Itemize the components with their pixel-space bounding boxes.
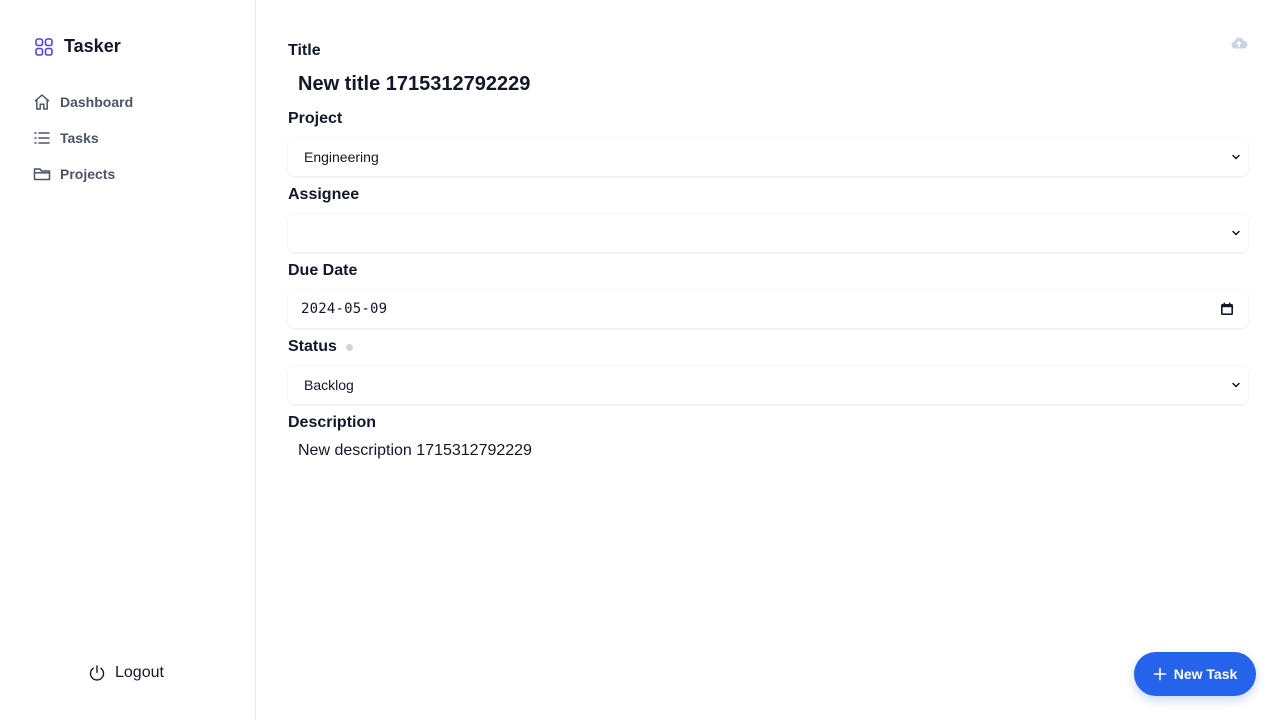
chevron-down-icon	[1232, 230, 1240, 236]
sidebar-item-tasks[interactable]: Tasks	[32, 126, 232, 150]
title-label: Title	[288, 42, 321, 59]
logout-label: Logout	[115, 664, 164, 681]
due-date-label: Due Date	[288, 262, 358, 279]
chevron-down-icon	[1232, 382, 1240, 388]
task-form: Title Project Engineering Assignee Due D…	[288, 42, 1248, 522]
status-label-row: Status	[288, 338, 1248, 356]
sidebar-item-label: Tasks	[60, 130, 99, 146]
new-task-button[interactable]: New Task	[1134, 652, 1256, 696]
chevron-down-icon	[1232, 154, 1240, 160]
assignee-label: Assignee	[288, 186, 360, 203]
sidebar-nav: Dashboard Tasks Projects	[32, 90, 232, 198]
due-date-input[interactable]: 2024-05-09	[288, 290, 1248, 328]
description-input[interactable]: New description 1715312792229	[288, 442, 1248, 522]
sidebar-item-label: Dashboard	[60, 94, 134, 110]
sidebar-item-dashboard[interactable]: Dashboard	[32, 90, 232, 114]
status-label: Status	[288, 338, 337, 355]
project-select-value: Engineering	[304, 149, 379, 165]
logout-button[interactable]: Logout	[88, 664, 164, 682]
status-select-value: Backlog	[304, 377, 354, 393]
assignee-select[interactable]	[288, 214, 1248, 252]
description-label: Description	[288, 414, 377, 431]
list-icon	[32, 128, 52, 148]
sidebar-item-label: Projects	[60, 166, 116, 182]
new-task-label: New Task	[1173, 666, 1238, 682]
power-icon	[89, 665, 105, 681]
app-name: Tasker	[64, 36, 121, 56]
plus-icon	[1153, 667, 1167, 681]
folder-icon	[32, 164, 52, 184]
sidebar: Tasker Dashboard Tasks Projects Logout	[0, 0, 256, 720]
sidebar-item-projects[interactable]: Projects	[32, 162, 232, 186]
home-icon	[32, 92, 52, 112]
grid-logo-icon	[35, 37, 53, 56]
calendar-icon[interactable]	[1220, 302, 1234, 316]
task-form-panel: Title Project Engineering Assignee Due D…	[256, 0, 1280, 720]
status-select[interactable]: Backlog	[288, 366, 1248, 404]
status-dot	[345, 343, 353, 351]
project-label: Project	[288, 110, 343, 127]
project-select[interactable]: Engineering	[288, 138, 1248, 176]
title-input[interactable]	[288, 64, 1248, 104]
due-date-value: 2024-05-09	[301, 301, 388, 317]
brand[interactable]: Tasker	[34, 36, 121, 57]
